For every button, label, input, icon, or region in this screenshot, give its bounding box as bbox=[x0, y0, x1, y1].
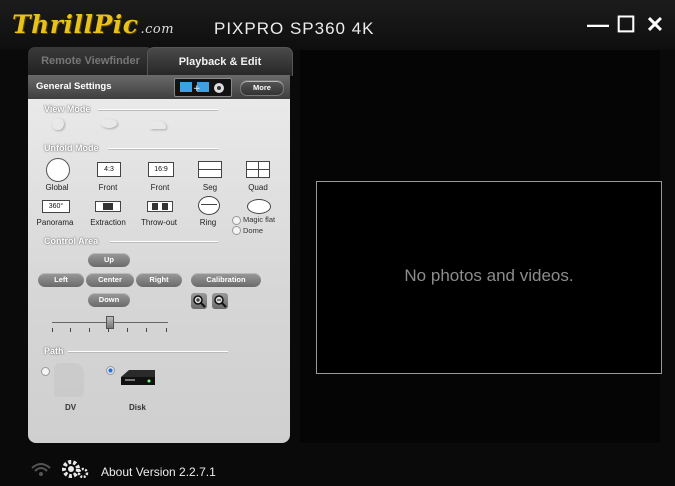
down-button[interactable]: Down bbox=[88, 293, 130, 307]
view-mode-front-icon[interactable] bbox=[52, 118, 64, 130]
unfold-label: Seg bbox=[202, 183, 218, 192]
empty-message: No photos and videos. bbox=[404, 266, 574, 285]
global-icon[interactable] bbox=[46, 158, 70, 182]
unfold-label: Ring bbox=[199, 218, 217, 227]
more-button[interactable]: More bbox=[240, 80, 284, 96]
zoom-out-button[interactable] bbox=[212, 293, 228, 309]
product-name: PIXPRO SP360 4K bbox=[214, 19, 375, 38]
hard-disk-icon-graphic bbox=[121, 370, 155, 385]
magic-flat-icon[interactable] bbox=[247, 199, 271, 214]
gear-icon[interactable] bbox=[60, 457, 90, 486]
close-button[interactable]: ✕ bbox=[642, 12, 668, 38]
dome-radio[interactable] bbox=[232, 226, 241, 235]
magic-flat-radio[interactable] bbox=[232, 216, 241, 225]
svg-text:+: + bbox=[193, 84, 201, 94]
wifi-icon[interactable] bbox=[30, 460, 52, 483]
zoom-out-icon bbox=[214, 295, 227, 308]
unfold-label: Front bbox=[98, 183, 118, 192]
unfold-label: Front bbox=[150, 183, 170, 192]
view-mode-heading: View Mode bbox=[44, 104, 91, 114]
extraction-icon[interactable] bbox=[95, 201, 121, 212]
quad-icon[interactable] bbox=[246, 161, 270, 178]
about-version[interactable]: About Version 2.2.7.1 bbox=[101, 465, 216, 479]
unfold-label: Throw-out bbox=[140, 218, 177, 227]
disk-radio[interactable] bbox=[106, 366, 115, 375]
control-area-heading: Control Area bbox=[44, 236, 99, 246]
panel-title: General Settings bbox=[36, 81, 112, 92]
left-button[interactable]: Left bbox=[38, 273, 84, 287]
throw-out-icon[interactable] bbox=[147, 201, 173, 212]
thrillpic-logo: ThrillPic .com bbox=[12, 10, 175, 39]
dome-label: Dome bbox=[243, 226, 264, 235]
magic-flat-label: Magic flat bbox=[243, 215, 276, 224]
disk-label: Disk bbox=[129, 403, 146, 412]
unfold-label: Quad bbox=[248, 183, 268, 192]
dv-radio[interactable] bbox=[41, 367, 50, 376]
slider-tick bbox=[127, 328, 128, 332]
ring-icon[interactable] bbox=[198, 196, 220, 215]
calibration-button[interactable]: Calibration bbox=[191, 273, 261, 287]
hard-disk-icon[interactable] bbox=[119, 367, 157, 396]
center-button[interactable]: Center bbox=[86, 273, 134, 287]
unfold-mode-heading: Unfold Mode bbox=[44, 143, 99, 153]
path-heading: Path bbox=[44, 346, 64, 356]
section-divider bbox=[98, 109, 218, 110]
view-mode-dome-icon[interactable] bbox=[150, 121, 166, 129]
section-divider bbox=[108, 148, 218, 149]
right-button[interactable]: Right bbox=[136, 273, 182, 287]
slider-tick bbox=[108, 328, 109, 332]
slider-tick bbox=[89, 328, 90, 332]
slider-tick bbox=[166, 328, 167, 332]
seg-icon[interactable] bbox=[198, 161, 222, 178]
maximize-button[interactable]: ☐ bbox=[613, 12, 639, 38]
dv-label: DV bbox=[65, 403, 77, 412]
panorama-icon[interactable]: 360° bbox=[42, 200, 70, 213]
film-strip-icon: + bbox=[180, 82, 224, 94]
slider-tick bbox=[146, 328, 147, 332]
section-divider bbox=[110, 241, 218, 242]
zoom-in-button[interactable] bbox=[191, 293, 207, 309]
view-mode-top-icon[interactable] bbox=[101, 119, 117, 128]
slider-tick bbox=[52, 328, 53, 332]
media-viewer[interactable]: No photos and videos. bbox=[316, 181, 662, 374]
mode-toggle-button[interactable]: + bbox=[174, 78, 232, 97]
zoom-in-icon bbox=[193, 295, 206, 308]
panel-header: General Settings + More bbox=[28, 75, 290, 99]
tab-remote-viewfinder[interactable]: Remote Viewfinder bbox=[28, 47, 153, 75]
front-4-3-icon[interactable]: 4:3 bbox=[97, 162, 121, 177]
tab-playback-edit[interactable]: Playback & Edit bbox=[147, 47, 293, 76]
section-divider bbox=[68, 351, 228, 352]
sd-card-icon[interactable] bbox=[54, 363, 84, 397]
up-button[interactable]: Up bbox=[88, 253, 130, 267]
minimize-button[interactable]: — bbox=[585, 12, 611, 38]
unfold-label: Extraction bbox=[90, 218, 126, 227]
slider-tick bbox=[70, 328, 71, 332]
settings-panel: General Settings + More View Mode Unfold… bbox=[28, 75, 290, 443]
front-16-9-icon[interactable]: 16:9 bbox=[148, 162, 174, 177]
unfold-label: Global bbox=[45, 183, 69, 192]
unfold-label: Panorama bbox=[36, 218, 74, 227]
